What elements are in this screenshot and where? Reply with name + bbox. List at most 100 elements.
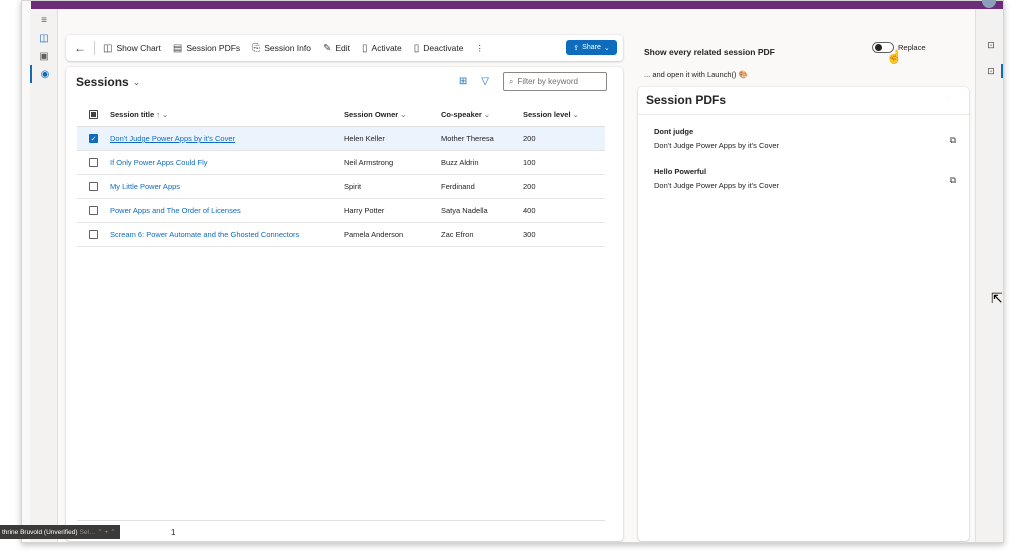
main-area: ← ◫ Show Chart ▤ Session PDFs ⎘ Session … <box>66 31 623 541</box>
pdf-description: Don't Judge Power Apps by it's Cover <box>654 181 780 190</box>
row-checkbox[interactable]: ✓ <box>89 134 98 143</box>
row-select-cell <box>77 158 110 167</box>
session-level: 200 <box>523 182 536 191</box>
more-icon: ⋮ <box>475 42 484 53</box>
command-bar: ← ◫ Show Chart ▤ Session PDFs ⎘ Session … <box>66 35 623 61</box>
dot-icon: · <box>947 95 949 101</box>
co-speaker: Buzz Aldrin <box>441 158 479 167</box>
row-select-cell <box>77 182 110 191</box>
column-header-cospeaker[interactable]: Co-speaker ⌄ <box>441 110 523 119</box>
page-icon[interactable]: ◫ <box>30 29 58 47</box>
broadcast-icon[interactable]: ◉ <box>30 65 58 83</box>
pane-document-icon[interactable]: ⊡ <box>976 36 1003 54</box>
show-chart-button[interactable]: ◫ Show Chart <box>97 37 167 59</box>
session-owner: Helen Keller <box>344 134 385 143</box>
column-header-title[interactable]: Session title ↑ ⌄ <box>110 110 344 119</box>
document-icon: ▤ <box>172 42 183 54</box>
divider <box>638 114 969 115</box>
row-checkbox[interactable] <box>89 206 98 215</box>
view-title: Sessions <box>76 75 129 89</box>
deactivate-doc-icon: ▯ <box>413 42 420 54</box>
open-external-icon[interactable]: ⧉ <box>950 135 956 146</box>
pdf-name: Dont judge <box>654 127 694 136</box>
view-selector[interactable]: Sessions ⌄ <box>76 75 140 89</box>
session-owner: Spirit <box>344 182 362 191</box>
activate-doc-icon: ▯ <box>362 42 368 54</box>
table-row[interactable]: ✓ Don't Judge Power Apps by it's Cover H… <box>77 127 605 151</box>
filter-icon[interactable]: ▽ <box>481 76 489 87</box>
data-table: Session title ↑ ⌄ Session Owner ⌄ Co-speak… <box>77 103 605 247</box>
table-row[interactable]: Scream 6: Power Automate and the Ghosted… <box>77 223 605 247</box>
left-nav-rail: ≡ ◫ ▣ ◉ <box>30 9 58 542</box>
session-title-link[interactable]: If Only Power Apps Could Fly <box>110 158 344 167</box>
filter-input[interactable]: ⌕ Filter by keyword <box>503 72 607 91</box>
chevron-down-icon: ⌄ <box>603 44 610 52</box>
side-panel-subheading: ... and open it with Launch() 🎨 <box>644 70 748 79</box>
session-level: 300 <box>523 230 536 239</box>
session-level: 400 <box>523 206 536 215</box>
table-row[interactable]: My Little Power Apps Spirit Ferdinand 20… <box>77 175 605 199</box>
info-doc-icon: ⎘ <box>252 42 261 54</box>
sessions-grid: Sessions ⌄ ⊞ ▽ ⌕ Filter by keyword Sessi… <box>66 67 623 541</box>
row-checkbox[interactable] <box>89 230 98 239</box>
session-pdfs-button[interactable]: ▤ Session PDFs <box>167 37 246 59</box>
select-all-cell <box>77 110 110 119</box>
session-info-button[interactable]: ⎘ Session Info <box>246 37 317 59</box>
select-all-checkbox[interactable] <box>89 110 98 119</box>
session-title-link[interactable]: Scream 6: Power Automate and the Ghosted… <box>110 230 344 239</box>
session-pdfs-card: Session PDFs · Dont judge Don't Judge Po… <box>638 87 969 541</box>
session-owner: Pamela Anderson <box>344 230 404 239</box>
table-header: Session title ↑ ⌄ Session Owner ⌄ Co-speak… <box>77 103 605 127</box>
open-external-icon[interactable]: ⧉ <box>950 175 956 186</box>
session-title-link[interactable]: Power Apps and The Order of Licenses <box>110 206 344 215</box>
pencil-icon: ✎ <box>322 42 332 54</box>
session-level: 100 <box>523 158 536 167</box>
session-title-link[interactable]: Don't Judge Power Apps by it's Cover <box>110 134 344 143</box>
chevron-down-icon: ⌄ <box>132 76 141 87</box>
table-row[interactable]: Power Apps and The Order of Licenses Har… <box>77 199 605 223</box>
column-header-level[interactable]: Session level ⌄ <box>523 110 605 119</box>
right-side-rail: ⊡ ⊡ <box>975 9 1003 542</box>
row-select-cell: ✓ <box>77 134 110 143</box>
co-speaker: Satya Nadella <box>441 206 488 215</box>
share-button[interactable]: ⇪ Share ⌄ <box>566 40 617 55</box>
co-speaker: Ferdinand <box>441 182 475 191</box>
pdf-list-item[interactable]: Dont judge Don't Judge Power Apps by it'… <box>654 127 964 150</box>
row-checkbox[interactable] <box>89 182 98 191</box>
pdf-name: Hello Powerful <box>654 167 707 176</box>
menu-icon[interactable]: ≡ <box>30 11 58 29</box>
presenter-tag: thrine Bruvold (Unverified) Sel… ⌃ + ⌃ <box>0 525 120 539</box>
more-commands-button[interactable]: ⋮ <box>469 37 490 59</box>
search-icon: ⌕ <box>509 76 514 86</box>
side-panel-heading: Show every related session PDF <box>644 47 775 57</box>
pdf-list-item[interactable]: Hello Powerful Don't Judge Power Apps by… <box>654 167 964 190</box>
session-owner: Harry Potter <box>344 206 385 215</box>
pdf-description: Don't Judge Power Apps by it's Cover <box>654 141 780 150</box>
grid-footer-divider <box>77 520 605 521</box>
robot-icon[interactable]: ▣ <box>30 47 58 65</box>
deactivate-button[interactable]: ▯ Deactivate <box>408 37 470 59</box>
table-row[interactable]: If Only Power Apps Could Fly Neil Armstr… <box>77 151 605 175</box>
pdf-card-title: Session PDFs <box>646 93 727 107</box>
hand-cursor-icon: ☝ <box>886 49 903 64</box>
co-speaker: Mother Theresa <box>441 134 494 143</box>
selected-count: 1 <box>171 528 176 537</box>
session-level: 200 <box>523 134 536 143</box>
edit-button[interactable]: ✎ Edit <box>317 37 356 59</box>
activate-button[interactable]: ▯ Activate <box>356 37 408 59</box>
session-title-link[interactable]: My Little Power Apps <box>110 182 344 191</box>
back-button[interactable]: ← <box>72 41 92 55</box>
app-header-bar <box>31 1 1003 9</box>
co-speaker: Zac Efron <box>441 230 474 239</box>
row-checkbox[interactable] <box>89 158 98 167</box>
edit-columns-icon[interactable]: ⊞ <box>459 76 467 87</box>
column-header-owner[interactable]: Session Owner ⌄ <box>344 110 441 119</box>
row-select-cell <box>77 206 110 215</box>
session-owner: Neil Armstrong <box>344 158 394 167</box>
app-window: ≡ ◫ ▣ ◉ ← ◫ Show Chart ▤ Session PDFs ⎘ … <box>21 0 1004 543</box>
share-icon: ⇪ <box>573 44 580 52</box>
row-select-cell <box>77 230 110 239</box>
mouse-pointer-icon: ⇱ <box>991 290 1003 306</box>
chart-icon: ◫ <box>103 42 113 54</box>
pane-pdf-icon[interactable]: ⊡ <box>976 62 1003 80</box>
